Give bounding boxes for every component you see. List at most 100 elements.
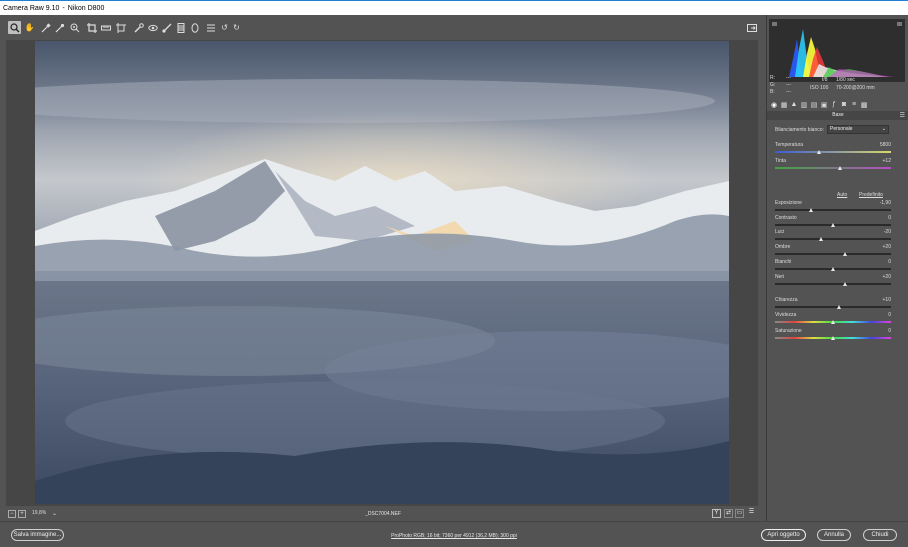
camera-model: Nikon D800 <box>67 4 105 12</box>
swap-view-button[interactable]: ⇄ <box>724 509 733 518</box>
slider-track[interactable] <box>775 151 891 153</box>
swap-icon: ⇄ <box>725 510 732 516</box>
slider-thumb[interactable] <box>837 166 842 170</box>
radial-filter-tool[interactable] <box>188 21 201 34</box>
slider-value[interactable]: 0 <box>888 312 891 318</box>
shadow-clipping-indicator[interactable] <box>772 22 777 26</box>
slider-track[interactable] <box>775 306 891 308</box>
slider-thumb[interactable] <box>831 336 835 340</box>
highlight-clipping-indicator[interactable] <box>897 22 902 26</box>
slider-label: Luci <box>775 229 785 235</box>
tab-detail[interactable]: ▲ <box>789 100 799 109</box>
snapshots-icon: ▩ <box>860 101 868 109</box>
slider-value[interactable]: 5800 <box>880 142 891 148</box>
filename: _DSC7004.NEF <box>365 511 401 517</box>
panel-title: Base <box>767 111 908 120</box>
settings-toggle-button[interactable]: ☰ <box>747 509 756 518</box>
slider-thumb[interactable] <box>819 237 824 241</box>
mountain-photo <box>35 41 729 504</box>
toolbar: ✋ ↺ ↻ <box>0 15 766 41</box>
slider-value[interactable]: 0 <box>888 215 891 221</box>
right-panel: R: --- G: --- B: --- f/8 1/80 sec ISO 10… <box>766 15 908 521</box>
slider-track[interactable] <box>775 253 891 255</box>
tab-camera-calibration[interactable]: ◙ <box>839 100 849 109</box>
white-balance-tool[interactable] <box>39 21 52 34</box>
slider-luci[interactable]: Luci -20 <box>775 229 891 243</box>
close-button[interactable]: Chiudi <box>863 529 897 541</box>
slider-track[interactable] <box>775 238 891 240</box>
slider-value[interactable]: +20 <box>883 244 891 250</box>
crop-tool[interactable] <box>85 21 98 34</box>
slider-ombre[interactable]: Ombre +20 <box>775 244 891 258</box>
slider-value[interactable]: +20 <box>883 274 891 280</box>
slider-track[interactable] <box>775 283 891 285</box>
tab-tone-curve[interactable]: ▦ <box>779 100 789 109</box>
slider-thumb[interactable] <box>842 282 847 286</box>
panel-tabs: ◉ ▦ ▲ ▥ ▤ ▣ ƒ ◙ ≡ ▩ <box>767 99 908 110</box>
white-balance-value: Personale <box>830 126 853 132</box>
slider-track[interactable] <box>775 167 891 169</box>
red-eye-tool[interactable] <box>146 21 159 34</box>
presets-icon: ≡ <box>851 101 857 108</box>
tab-effects[interactable]: ƒ <box>829 100 839 109</box>
slider-value[interactable]: -1,90 <box>880 200 891 206</box>
fullscreen-button[interactable] <box>745 21 758 34</box>
before-after-toggle[interactable]: Y <box>712 509 721 518</box>
rotate-right-icon: ↻ <box>233 22 240 32</box>
panel-menu-icon[interactable]: ☰ <box>900 112 905 119</box>
slider-value[interactable]: +12 <box>883 158 891 164</box>
targeted-adjustment-tool[interactable] <box>68 21 81 34</box>
default-link[interactable]: Predefinito <box>859 192 883 198</box>
slider-thumb[interactable] <box>831 320 835 324</box>
g-label: G: <box>770 82 776 88</box>
slider-saturazione[interactable]: Saturazione 0 <box>775 328 891 342</box>
preferences-tool[interactable] <box>204 21 217 34</box>
slider-thumb[interactable] <box>808 208 813 212</box>
slider-thumb[interactable] <box>836 305 841 309</box>
b-value: --- <box>786 89 791 95</box>
slider-value[interactable]: -20 <box>884 229 891 235</box>
tab-hsl[interactable]: ▥ <box>799 100 809 109</box>
spot-removal-tool[interactable] <box>132 21 145 34</box>
tab-lens[interactable]: ▣ <box>819 100 829 109</box>
white-balance-select[interactable]: Personale ⌄ <box>827 125 889 134</box>
slider-bianchi[interactable]: Bianchi 0 <box>775 259 891 273</box>
slider-tinta[interactable]: Tinta +12 <box>775 158 891 172</box>
transform-tool[interactable] <box>114 21 127 34</box>
radial-filter-icon <box>191 22 198 33</box>
slider-neri[interactable]: Neri +20 <box>775 274 891 288</box>
graduated-filter-tool[interactable] <box>174 21 187 34</box>
slider-vividezza[interactable]: Vividezza 0 <box>775 312 891 326</box>
tab-basic[interactable]: ◉ <box>769 100 779 109</box>
open-object-button[interactable]: Apri oggetto <box>761 529 806 541</box>
straighten-tool[interactable] <box>99 21 112 34</box>
auto-link[interactable]: Auto <box>837 192 847 198</box>
slider-thumb[interactable] <box>831 267 835 271</box>
slider-temperatura[interactable]: Temperatura 5800 <box>775 142 891 156</box>
slider-chiarezza[interactable]: Chiarezza +10 <box>775 297 891 311</box>
slider-label: Bianchi <box>775 259 792 265</box>
cancel-button[interactable]: Annulla <box>817 529 851 541</box>
tab-split-toning[interactable]: ▤ <box>809 100 819 109</box>
slider-thumb[interactable] <box>831 223 835 227</box>
rotate-right-tool[interactable]: ↻ <box>230 21 243 34</box>
adjustment-brush-tool[interactable] <box>160 21 173 34</box>
zoom-icon <box>9 22 19 32</box>
slider-esposizione[interactable]: Esposizione -1,90 <box>775 200 891 214</box>
tab-snapshots[interactable]: ▩ <box>859 100 869 109</box>
color-sampler-tool[interactable] <box>53 21 66 34</box>
hand-tool[interactable]: ✋ <box>23 21 36 34</box>
zoom-tool[interactable] <box>8 21 21 34</box>
tab-presets[interactable]: ≡ <box>849 100 859 109</box>
slider-value[interactable]: 0 <box>888 328 891 334</box>
slider-contrasto[interactable]: Contrasto 0 <box>775 215 891 229</box>
slider-label: Contrasto <box>775 215 797 221</box>
split-icon: ▤ <box>810 101 818 109</box>
slider-track[interactable] <box>775 209 891 211</box>
slider-value[interactable]: 0 <box>888 259 891 265</box>
slider-thumb[interactable] <box>842 252 847 256</box>
copy-settings-button[interactable]: ▭ <box>735 509 744 518</box>
slider-label: Ombre <box>775 244 791 250</box>
slider-thumb[interactable] <box>817 150 822 154</box>
slider-value[interactable]: +10 <box>883 297 891 303</box>
